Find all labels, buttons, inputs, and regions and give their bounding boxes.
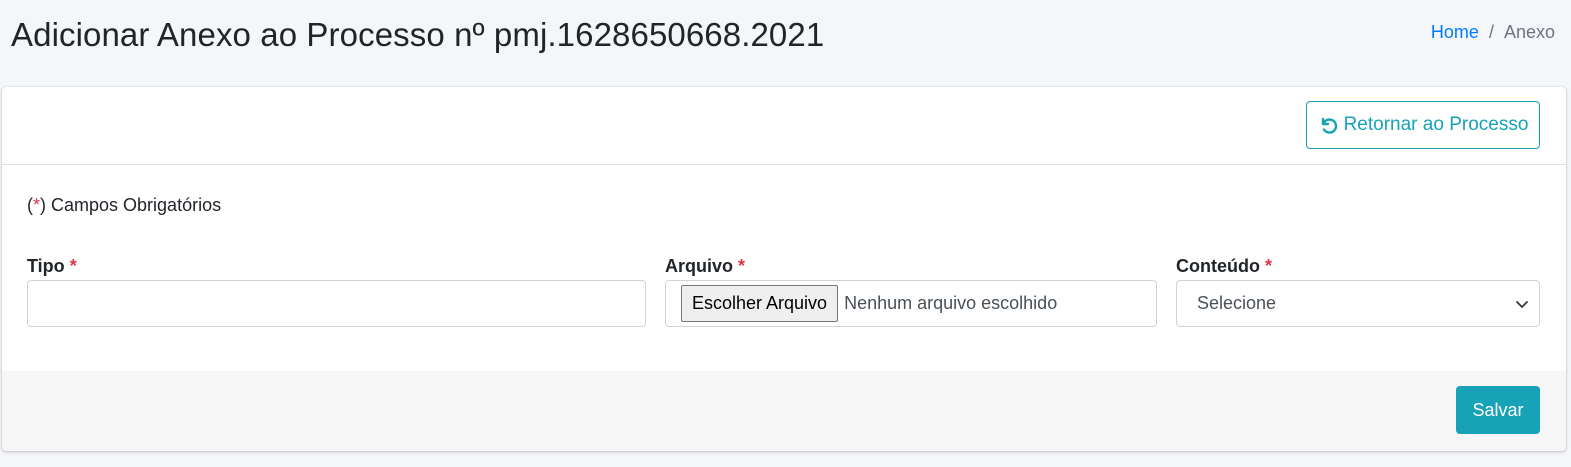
conteudo-select[interactable]: Selecione xyxy=(1176,280,1540,327)
required-star: * xyxy=(1265,256,1273,276)
conteudo-label: Conteúdo * xyxy=(1176,256,1273,276)
required-star: * xyxy=(69,256,77,276)
breadcrumb-home-link[interactable]: Home xyxy=(1431,22,1479,43)
breadcrumb-current: Anexo xyxy=(1503,22,1555,42)
return-button-label: Retornar ao Processo xyxy=(1343,114,1529,135)
arquivo-file-input[interactable]: Escolher Arquivo Nenhum arquivo escolhid… xyxy=(665,280,1157,327)
breadcrumb: Home / Anexo xyxy=(1431,22,1555,43)
choose-file-button[interactable]: Escolher Arquivo xyxy=(681,285,839,322)
tipo-input[interactable] xyxy=(28,281,645,326)
page-title: Adicionar Anexo ao Processo nº pmj.16286… xyxy=(11,16,825,53)
required-star: * xyxy=(33,195,41,215)
breadcrumb-separator: / xyxy=(1488,22,1494,42)
conteudo-selected-value: Selecione xyxy=(1197,293,1277,313)
return-to-process-button[interactable]: Retornar ao Processo xyxy=(1306,101,1540,149)
required-star: * xyxy=(738,256,746,276)
form-card: Retornar ao Processo (*) Campos Obrigató… xyxy=(2,87,1566,451)
card-body: (*) Campos Obrigatórios Tipo * Arquivo *… xyxy=(2,165,1566,371)
required-fields-note: (*) Campos Obrigatórios xyxy=(27,195,222,215)
tipo-label: Tipo * xyxy=(27,256,77,276)
undo-icon xyxy=(1321,117,1337,134)
card-header: Retornar ao Processo xyxy=(2,87,1566,165)
arquivo-label: Arquivo * xyxy=(665,256,746,276)
file-status-text: Nenhum arquivo escolhido xyxy=(844,293,1058,313)
save-button[interactable]: Salvar xyxy=(1456,386,1540,434)
chevron-down-icon xyxy=(1516,300,1528,308)
tipo-field-box xyxy=(27,280,646,327)
card-footer: Salvar xyxy=(2,371,1566,451)
